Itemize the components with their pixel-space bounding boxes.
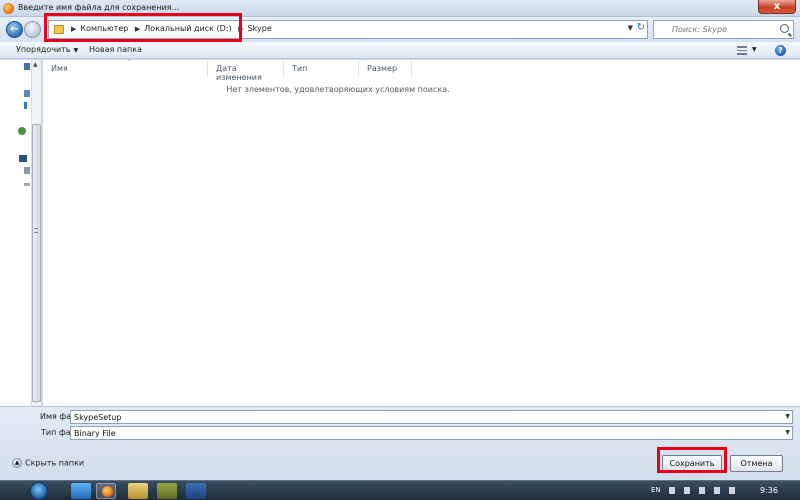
filetype-value[interactable] (71, 427, 771, 439)
view-options-icon[interactable] (737, 46, 747, 55)
navigation-pane: ▲ (0, 60, 42, 406)
nav-scrollbar[interactable]: ▲ (31, 60, 41, 406)
sort-arrow-icon: ^ (127, 59, 133, 66)
scroll-up-icon[interactable]: ▲ (33, 61, 38, 68)
taskbar: EN 9:36 (0, 480, 800, 500)
drive-icon[interactable] (24, 167, 30, 174)
help-icon[interactable]: ? (775, 45, 786, 56)
column-header-type[interactable]: Тип (284, 60, 359, 77)
breadcrumb-skype[interactable]: Skype (248, 24, 272, 33)
filename-field[interactable]: ▼ (70, 410, 793, 424)
forward-button[interactable] (24, 21, 41, 38)
column-header-size[interactable]: Размер (359, 60, 412, 77)
column-label: Имя (51, 64, 68, 73)
search-box[interactable] (653, 20, 794, 39)
search-icon[interactable] (780, 24, 789, 33)
chevron-down-icon[interactable]: ▼ (628, 24, 633, 32)
collapse-icon: ▲ (12, 458, 22, 468)
firefox-icon (3, 3, 14, 14)
language-indicator[interactable]: EN (651, 486, 661, 494)
chevron-down-icon[interactable]: ▼ (785, 413, 790, 420)
column-header-date[interactable]: Дата изменения (208, 60, 284, 82)
libraries-icon[interactable] (24, 90, 30, 97)
favorites-icon[interactable] (24, 63, 30, 70)
back-button[interactable]: ← (6, 21, 23, 38)
scroll-grip (34, 228, 38, 233)
drive-icon[interactable] (24, 183, 30, 186)
chevron-down-icon: ▼ (73, 47, 79, 54)
close-button[interactable]: x (758, 0, 796, 14)
cancel-button[interactable]: Отмена (730, 455, 783, 472)
organize-label: Упорядочить (16, 45, 71, 54)
tray-app-icon[interactable] (684, 487, 690, 494)
filename-input[interactable] (71, 411, 771, 423)
hide-folders-button[interactable]: ▲ Скрыть папки (12, 458, 84, 468)
organize-button[interactable]: Упорядочить ▼ (16, 45, 78, 54)
scroll-thumb[interactable] (32, 124, 41, 402)
photoshop-icon[interactable] (186, 483, 206, 499)
ie-icon[interactable] (71, 483, 91, 499)
chevron-down-icon[interactable]: ▼ (752, 46, 757, 53)
search-input[interactable] (654, 21, 774, 38)
firefox-icon (102, 486, 113, 497)
app-icon[interactable] (157, 483, 177, 499)
homegroup-icon[interactable] (18, 127, 26, 135)
file-list[interactable]: Имя ^ Дата изменения Тип Размер Нет элем… (43, 59, 800, 406)
firefox-taskbar-icon[interactable] (96, 483, 116, 499)
explorer-icon[interactable] (128, 483, 148, 499)
save-highlight-box (657, 447, 727, 473)
toolbar: Упорядочить ▼ Новая папка ▼ ? (0, 42, 800, 59)
new-folder-button[interactable]: Новая папка (89, 45, 142, 54)
refresh-icon[interactable]: ↻ (637, 22, 645, 33)
tray-arrow-icon[interactable] (669, 487, 675, 494)
tray-app-icon[interactable] (699, 487, 705, 494)
clock[interactable]: 9:36 (760, 486, 778, 495)
start-button[interactable] (30, 482, 48, 500)
music-icon[interactable] (24, 102, 27, 109)
window-title: Введите имя файла для сохранения... (18, 3, 180, 12)
hide-folders-label: Скрыть папки (25, 458, 85, 468)
empty-message: Нет элементов, удовлетворяющих условиям … (226, 85, 450, 94)
address-highlight-box (44, 13, 242, 42)
filetype-select[interactable]: ▼ (70, 426, 793, 440)
computer-icon[interactable] (19, 155, 27, 162)
volume-icon[interactable] (729, 487, 735, 494)
network-icon[interactable] (714, 487, 720, 494)
chevron-down-icon[interactable]: ▼ (785, 429, 790, 436)
column-header-name[interactable]: Имя ^ (43, 59, 208, 77)
